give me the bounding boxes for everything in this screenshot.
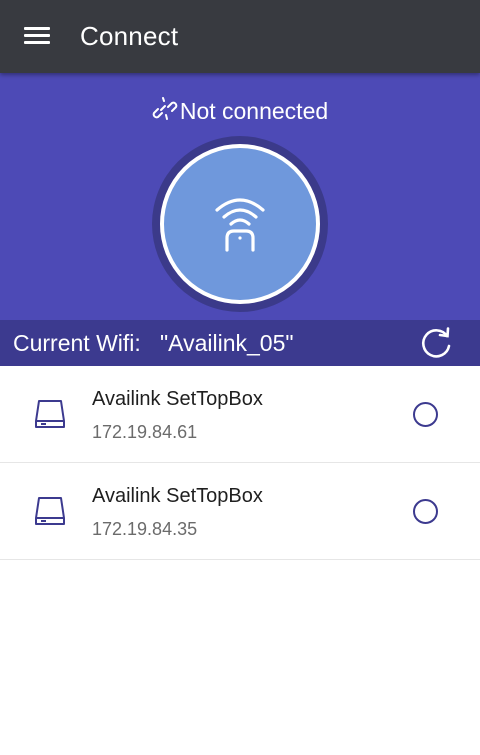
connection-panel: Not connected <box>0 73 480 320</box>
device-row[interactable]: Availink SetTopBox 172.19.84.61 <box>0 366 480 463</box>
connect-button[interactable] <box>160 144 320 304</box>
current-wifi-name: "Availink_05" <box>160 330 294 356</box>
remote-wifi-icon <box>207 192 273 257</box>
hamburger-menu-icon[interactable] <box>22 27 52 49</box>
app-bar: Connect <box>0 0 480 73</box>
refresh-icon[interactable] <box>418 325 454 361</box>
device-list: Availink SetTopBox 172.19.84.61 Availink… <box>0 366 480 560</box>
connection-status-text: Not connected <box>179 98 329 124</box>
device-ip: 172.19.84.61 <box>92 422 198 442</box>
hard-drive-icon <box>33 494 67 533</box>
device-select-radio[interactable] <box>413 499 438 524</box>
device-row[interactable]: Availink SetTopBox 172.19.84.35 <box>0 463 480 560</box>
device-name: Availink SetTopBox <box>92 388 263 410</box>
connection-status: Not connected <box>0 97 480 129</box>
device-ip: 172.19.84.35 <box>92 519 198 539</box>
device-select-radio[interactable] <box>413 402 438 427</box>
hard-drive-icon <box>33 397 67 436</box>
device-name: Availink SetTopBox <box>92 485 263 507</box>
current-wifi-label: Current Wifi: <box>13 330 141 356</box>
broken-link-icon <box>152 97 178 129</box>
page-title: Connect <box>80 21 179 51</box>
current-wifi-bar: Current Wifi: "Availink_05" <box>0 320 480 366</box>
